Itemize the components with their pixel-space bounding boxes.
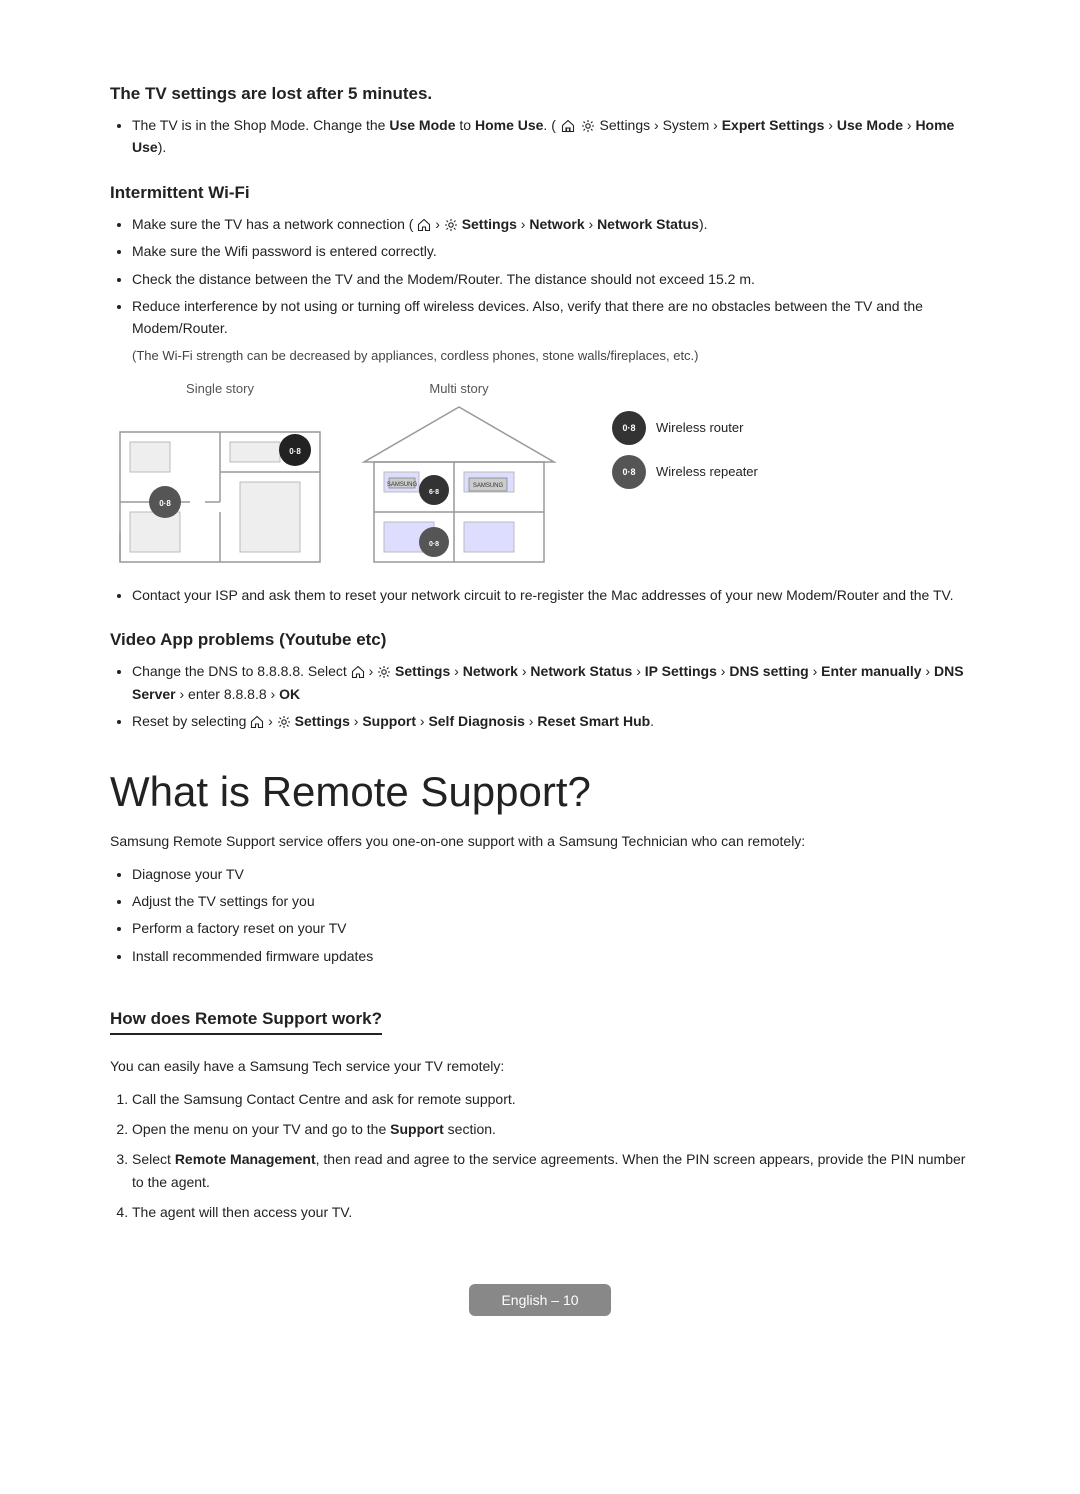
single-story-diagram: Single story 0 <box>110 381 330 572</box>
router-label: Wireless router <box>656 420 743 435</box>
router-legend-item: 0·8 Wireless router <box>612 411 758 445</box>
remote-management-bold: Remote Management <box>175 1151 316 1167</box>
how-remote-support-steps: Call the Samsung Contact Centre and ask … <box>110 1088 970 1224</box>
support-bold: Support <box>362 713 416 729</box>
how-step-3: Select Remote Management, then read and … <box>132 1148 970 1193</box>
how-step-4: The agent will then access your TV. <box>132 1201 970 1223</box>
single-story-svg: 0·8 0·8 <box>110 402 330 572</box>
remote-support-intro: Samsung Remote Support service offers yo… <box>110 830 970 852</box>
wifi-section: Intermittent Wi-Fi Make sure the TV has … <box>110 183 970 606</box>
enter-manually-bold: Enter manually <box>821 663 921 679</box>
settings-bold-3: Settings <box>295 713 350 729</box>
svg-text:0·8: 0·8 <box>429 541 439 548</box>
settings-bold-1: Settings <box>462 216 517 232</box>
path-settings: Settings › System › <box>600 117 722 133</box>
how-remote-support-section: How does Remote Support work? You can ea… <box>110 985 970 1223</box>
ok-bold: OK <box>279 686 300 702</box>
remote-bullet-4: Install recommended firmware updates <box>132 945 970 967</box>
self-diagnosis-bold: Self Diagnosis <box>428 713 524 729</box>
video-app-section: Video App problems (Youtube etc) Change … <box>110 630 970 732</box>
remote-bullet-2: Adjust the TV settings for you <box>132 890 970 912</box>
wifi-note: (The Wi-Fi strength can be decreased by … <box>110 348 970 363</box>
wifi-title: Intermittent Wi-Fi <box>110 183 970 203</box>
path-use-mode: › <box>824 117 836 133</box>
gear-icon-1 <box>581 119 595 133</box>
router-icon: 0·8 <box>612 411 646 445</box>
svg-text:6·8: 6·8 <box>429 489 439 496</box>
home-icon-4 <box>250 715 264 729</box>
house-diagrams: Single story 0 <box>110 381 970 572</box>
remote-support-big-title: What is Remote Support? <box>110 768 970 816</box>
remote-support-section: What is Remote Support? Samsung Remote S… <box>110 768 970 967</box>
wifi-legend: 0·8 Wireless router 0·8 Wireless repeate… <box>612 411 758 489</box>
remote-support-bullets: Diagnose your TV Adjust the TV settings … <box>110 863 970 968</box>
multi-story-svg: SAMSUNG SAMSUNG 6·8 0·8 <box>354 402 564 572</box>
tv-settings-list: The TV is in the Shop Mode. Change the U… <box>110 114 970 159</box>
gear-icon-3 <box>377 665 391 679</box>
wifi-bullet-3: Check the distance between the TV and th… <box>132 268 970 290</box>
wifi-bullet-4: Reduce interference by not using or turn… <box>132 295 970 340</box>
repeater-label: Wireless repeater <box>656 464 758 479</box>
home-use-bold: Home Use <box>475 117 543 133</box>
use-mode-bold: Use Mode <box>389 117 455 133</box>
wifi-contact-list: Contact your ISP and ask them to reset y… <box>110 584 970 606</box>
how-remote-support-title: How does Remote Support work? <box>110 1009 382 1035</box>
svg-text:SAMSUNG: SAMSUNG <box>473 483 504 489</box>
video-app-bullet-2: Reset by selecting › Settings › Support … <box>132 710 970 732</box>
single-story-label: Single story <box>186 381 254 396</box>
multi-story-diagram: Multi story SAMSUNG <box>354 381 564 572</box>
wifi-bullet-2: Make sure the Wifi password is entered c… <box>132 240 970 262</box>
wifi-bullets: Make sure the TV has a network connectio… <box>110 213 970 340</box>
network-status-bold-2: Network Status <box>530 663 632 679</box>
gear-icon-2 <box>444 218 458 232</box>
remote-bullet-3: Perform a factory reset on your TV <box>132 917 970 939</box>
how-remote-support-intro: You can easily have a Samsung Tech servi… <box>110 1055 970 1077</box>
home-icon <box>561 119 575 133</box>
expert-settings-bold: Expert Settings <box>722 117 825 133</box>
how-step-1: Call the Samsung Contact Centre and ask … <box>132 1088 970 1110</box>
use-mode-bold2: Use Mode <box>837 117 903 133</box>
svg-text:0·8: 0·8 <box>159 499 171 508</box>
tv-settings-section: The TV settings are lost after 5 minutes… <box>110 84 970 159</box>
settings-bold-2: Settings <box>395 663 450 679</box>
tv-settings-title: The TV settings are lost after 5 minutes… <box>110 84 970 104</box>
how-step-2: Open the menu on your TV and go to the S… <box>132 1118 970 1140</box>
network-bold-2: Network <box>463 663 518 679</box>
tv-settings-bullet-1: The TV is in the Shop Mode. Change the U… <box>132 114 970 159</box>
video-app-bullet-1: Change the DNS to 8.8.8.8. Select › Sett… <box>132 660 970 705</box>
home-icon-2 <box>417 218 431 232</box>
video-app-title: Video App problems (Youtube etc) <box>110 630 970 650</box>
ip-settings-bold: IP Settings <box>645 663 717 679</box>
wifi-contact-bullet: Contact your ISP and ask them to reset y… <box>132 584 970 606</box>
repeater-icon: 0·8 <box>612 455 646 489</box>
repeater-legend-item: 0·8 Wireless repeater <box>612 455 758 489</box>
remote-bullet-1: Diagnose your TV <box>132 863 970 885</box>
dns-setting-bold: DNS setting <box>729 663 808 679</box>
support-bold-2: Support <box>390 1121 444 1137</box>
svg-text:0·8: 0·8 <box>289 447 301 456</box>
svg-text:SAMSUNG: SAMSUNG <box>387 482 418 488</box>
wifi-bullet-1: Make sure the TV has a network connectio… <box>132 213 970 235</box>
gear-icon-4 <box>277 715 291 729</box>
reset-smart-hub-bold: Reset Smart Hub <box>537 713 650 729</box>
multi-story-label: Multi story <box>429 381 488 396</box>
video-app-bullets: Change the DNS to 8.8.8.8. Select › Sett… <box>110 660 970 732</box>
network-status-bold-1: Network Status <box>597 216 699 232</box>
home-icon-3 <box>351 665 365 679</box>
page-footer: English – 10 <box>110 1284 970 1316</box>
page-number: English – 10 <box>469 1284 610 1316</box>
network-bold-1: Network <box>529 216 584 232</box>
